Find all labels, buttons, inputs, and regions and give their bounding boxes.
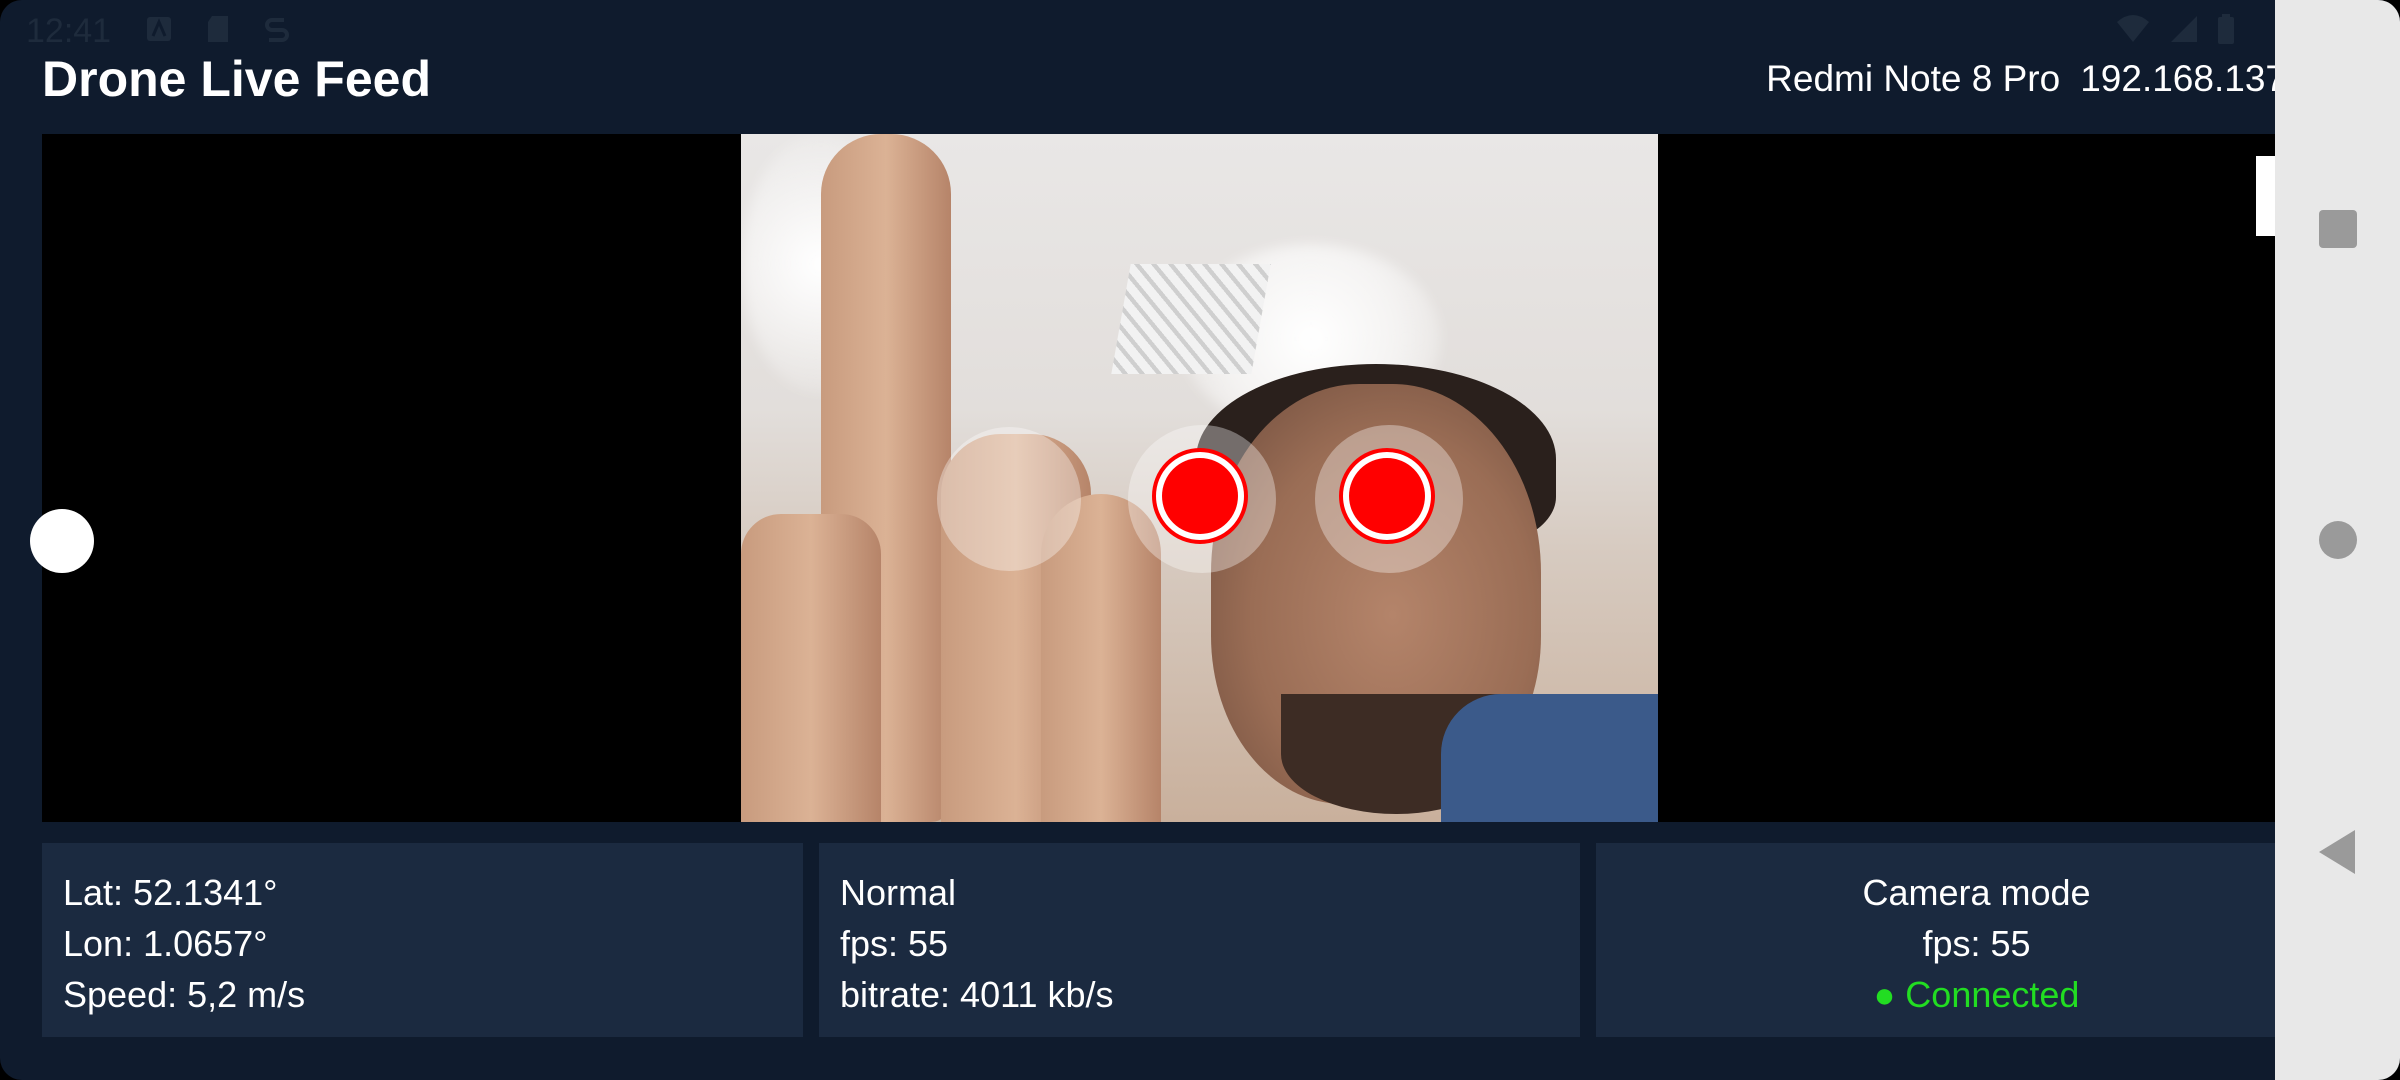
back-icon[interactable] [2319, 830, 2355, 874]
person-shirt [1441, 694, 1658, 822]
s-icon [264, 14, 290, 44]
record-dot-icon [1349, 458, 1425, 534]
system-nav-bar [2275, 0, 2400, 1080]
drawer-handle[interactable] [30, 509, 94, 573]
record-button-left[interactable] [1152, 448, 1248, 544]
latitude-text: Lat: 52.1341° [63, 872, 278, 913]
record-button-right[interactable] [1339, 448, 1435, 544]
stream-bitrate-text: bitrate: 4011 kb/s [840, 974, 1114, 1015]
battery-icon [2217, 14, 2235, 53]
record-dot-icon [1162, 458, 1238, 534]
recents-icon[interactable] [2319, 210, 2357, 248]
stream-mode-text: Normal [840, 872, 957, 913]
device-name: Redmi Note 8 Pro [1766, 58, 2061, 99]
speed-text: Speed: 5,2 m/s [63, 974, 306, 1015]
camera-panel: Camera mode fps: 55 ● Connected [1596, 843, 2275, 1037]
joystick-ghost[interactable] [937, 427, 1081, 571]
connection-status: ● Connected [1873, 974, 2080, 1015]
signal-icon [2169, 14, 2199, 53]
device-info: Redmi Note 8 Pro 192.168.137.170 [1766, 58, 2358, 100]
location-panel: Lat: 52.1341° Lon: 1.0657° Speed: 5,2 m/… [42, 843, 803, 1037]
longitude-text: Lon: 1.0657° [63, 923, 268, 964]
stream-fps-text: fps: 55 [840, 923, 949, 964]
wifi-icon [2115, 14, 2151, 53]
video-feed[interactable] [42, 134, 2358, 822]
camera-fps-text: fps: 55 [1922, 923, 2031, 964]
status-right-icons [2115, 14, 2235, 53]
ceiling-vent [1111, 264, 1271, 374]
hand-finger [741, 514, 881, 822]
a-icon [146, 14, 172, 44]
status-time: 12:41 [26, 12, 112, 50]
sd-card-icon [206, 14, 232, 44]
app-screen: 12:41 Drone Live Feed Redmi Note 8 Pro 1… [0, 0, 2400, 1080]
camera-mode-text: Camera mode [1862, 872, 2091, 913]
home-icon[interactable] [2319, 521, 2357, 559]
stream-panel: Normal fps: 55 bitrate: 4011 kb/s [819, 843, 1580, 1037]
page-title: Drone Live Feed [42, 51, 431, 107]
